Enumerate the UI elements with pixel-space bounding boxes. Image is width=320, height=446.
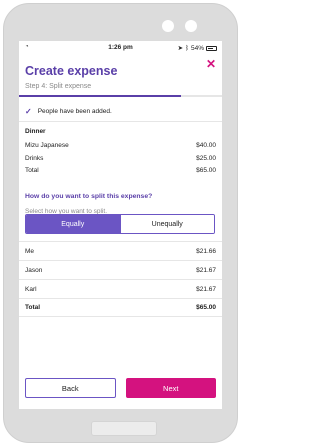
split-mode-toggle: Equally Unequally — [25, 214, 215, 234]
sensor-dot — [185, 20, 197, 32]
split-unequally-option[interactable]: Unequally — [119, 215, 214, 233]
total-row: Total $65.00 — [19, 298, 222, 317]
split-list: Me $21.66 Jason $21.67 Karl $21.67 Total… — [19, 241, 222, 317]
expense-total-line: Total $65.00 — [25, 167, 216, 174]
expense-line: Drinks $25.00 — [25, 155, 216, 162]
person-amount: $21.67 — [196, 285, 216, 293]
person-name: Me — [25, 247, 35, 255]
expense-line-amount: $40.00 — [196, 142, 216, 149]
person-row: Jason $21.67 — [19, 260, 222, 279]
person-row: Karl $21.67 — [19, 279, 222, 298]
page-title: Create expense — [25, 64, 118, 78]
close-icon[interactable]: ✕ — [206, 57, 216, 71]
next-button[interactable]: Next — [125, 378, 216, 398]
progress-fill — [19, 95, 182, 97]
location-icon: ➤ — [177, 45, 184, 52]
footer-buttons: Back Next — [19, 378, 222, 398]
person-amount: $21.67 — [196, 266, 216, 274]
battery-percent: 54% — [190, 44, 204, 52]
expense-line-label: Mizu Japanese — [25, 142, 69, 149]
expense-line-label: Total — [25, 167, 39, 174]
app-screen: ◔ 1:26 pm ➤ ᛒ 54% Create expense ✕ Step … — [19, 41, 222, 409]
split-equally-option[interactable]: Equally — [26, 215, 120, 233]
person-row: Me $21.66 — [19, 241, 222, 260]
expense-title: Dinner — [25, 128, 46, 135]
expense-line: Mizu Japanese $40.00 — [25, 142, 216, 149]
person-amount: $21.66 — [196, 247, 216, 255]
expense-line-label: Drinks — [25, 155, 44, 162]
home-button[interactable] — [91, 421, 157, 436]
header: Create expense ✕ Step 4: Split expense — [19, 55, 222, 97]
notice-message: ✓ People have been added. — [25, 107, 112, 116]
total-amount: $65.00 — [196, 304, 216, 311]
person-name: Jason — [25, 266, 43, 274]
battery-icon — [206, 45, 217, 51]
expense-line-amount: $65.00 — [196, 167, 216, 174]
progress-track — [19, 95, 222, 97]
camera-dot — [162, 20, 174, 32]
person-name: Karl — [25, 285, 37, 293]
notice-text: People have been added. — [37, 108, 112, 115]
bluetooth-icon: ᛒ — [185, 44, 189, 52]
split-question: How do you want to split this expense? — [25, 193, 153, 200]
total-label: Total — [25, 304, 41, 311]
status-right: ➤ ᛒ 54% — [178, 44, 217, 52]
divider — [19, 121, 222, 122]
check-icon: ✓ — [25, 107, 32, 116]
back-button[interactable]: Back — [25, 378, 116, 398]
expense-line-amount: $25.00 — [196, 155, 216, 162]
status-bar: ◔ 1:26 pm ➤ ᛒ 54% — [19, 41, 222, 55]
step-label: Step 4: Split expense — [25, 83, 92, 90]
